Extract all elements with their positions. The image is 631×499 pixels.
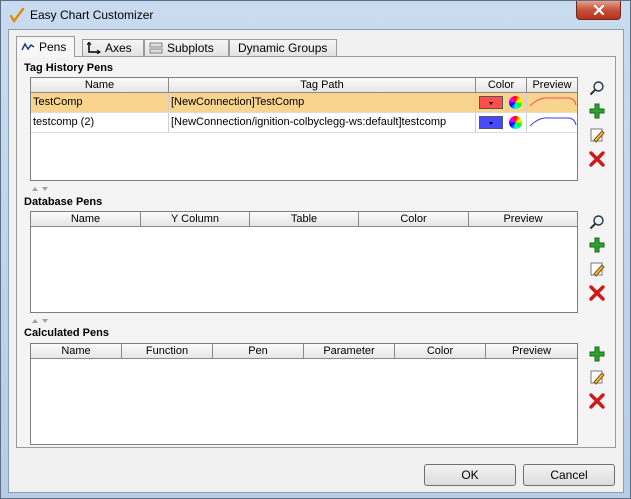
tag-path-cell[interactable]: [NewConnection]TestComp [169,93,476,112]
edit-button[interactable] [588,368,606,386]
column-header[interactable]: Color [476,78,527,92]
add-icon [589,103,605,119]
add-icon [589,237,605,253]
edit-button[interactable] [588,260,606,278]
ok-button[interactable]: OK [424,464,516,486]
dialog-client: Pens Axes Subplots Dynamic Groups Tag Hi… [8,29,624,493]
pens-tab-panel: Tag History Pens Name Tag Path Color Pre… [16,56,616,448]
column-header[interactable]: Preview [469,212,577,226]
pen-preview [529,97,577,107]
column-header[interactable]: Preview [527,78,577,92]
search-button[interactable] [588,213,606,231]
color-swatch[interactable] [479,116,503,129]
tab-axes[interactable]: Axes [82,39,144,56]
tag-history-table[interactable]: Name Tag Path Color Preview TestComp [Ne… [30,77,578,181]
calculated-pens-title: Calculated Pens [24,327,109,339]
splitter-arrows[interactable] [30,185,52,193]
tag-history-header: Name Tag Path Color Preview [31,78,577,93]
database-pens-table[interactable]: Name Y Column Table Color Preview [30,211,578,313]
column-header[interactable]: Tag Path [169,78,476,92]
column-header[interactable]: Y Column [141,212,250,226]
delete-button[interactable] [588,284,606,302]
column-header[interactable]: Parameter [304,344,395,358]
subplots-icon [149,42,163,54]
calculated-pens-header: Name Function Pen Parameter Color Previe… [31,344,577,359]
database-pens-header: Name Y Column Table Color Preview [31,212,577,227]
dialog-window: Easy Chart Customizer Pens Axes Subplots… [0,0,631,499]
delete-icon [589,285,605,301]
edit-icon [590,262,605,277]
database-pens-title: Database Pens [24,196,103,208]
close-icon [593,5,604,15]
color-cell[interactable] [476,113,527,132]
edit-button[interactable] [588,126,606,144]
column-header[interactable]: Name [31,78,169,92]
delete-button[interactable] [588,150,606,168]
pens-icon [21,42,35,51]
tab-pens-label: Pens [39,40,67,54]
axes-icon [87,42,101,54]
title-bar[interactable]: Easy Chart Customizer [1,1,630,29]
tab-axes-label: Axes [105,41,132,55]
cancel-button[interactable]: Cancel [523,464,615,486]
edit-icon [590,128,605,143]
delete-icon [589,151,605,167]
preview-cell [527,93,577,112]
color-swatch[interactable] [479,96,503,109]
tab-subplots[interactable]: Subplots [144,39,229,56]
calculated-pens-table[interactable]: Name Function Pen Parameter Color Previe… [30,343,578,445]
column-header[interactable]: Preview [486,344,577,358]
color-wheel-icon[interactable] [509,96,522,109]
column-header[interactable]: Name [31,344,122,358]
table-row[interactable]: testcomp (2) [NewConnection/ignition-col… [31,113,577,133]
tab-pens[interactable]: Pens [16,36,75,57]
search-button[interactable] [588,79,606,97]
delete-button[interactable] [588,392,606,410]
tag-path-cell[interactable]: [NewConnection/ignition-colbyclegg-ws:de… [169,113,476,132]
delete-icon [589,393,605,409]
add-button[interactable] [588,345,606,363]
tag-history-title: Tag History Pens [24,62,114,74]
column-header[interactable]: Color [395,344,486,358]
column-header[interactable]: Name [31,212,141,226]
add-icon [589,346,605,362]
column-header[interactable]: Color [359,212,469,226]
tab-dynamic-groups-label: Dynamic Groups [238,41,328,55]
add-button[interactable] [588,102,606,120]
color-cell[interactable] [476,93,527,112]
chart-customizer-icon [9,7,25,23]
pen-name-cell[interactable]: testcomp (2) [31,113,169,132]
search-icon [589,81,604,96]
table-row[interactable]: TestComp [NewConnection]TestComp [31,93,577,113]
window-title: Easy Chart Customizer [30,8,154,22]
pen-name-cell[interactable]: TestComp [31,93,169,112]
add-button[interactable] [588,236,606,254]
column-header[interactable]: Function [122,344,213,358]
tab-subplots-label: Subplots [167,41,214,55]
close-button[interactable] [576,1,621,20]
tab-dynamic-groups[interactable]: Dynamic Groups [229,39,337,56]
splitter-arrows[interactable] [30,317,52,325]
preview-cell [527,113,577,132]
column-header[interactable]: Pen [213,344,304,358]
pen-preview [529,117,577,127]
color-wheel-icon[interactable] [509,116,522,129]
search-icon [589,215,604,230]
edit-icon [590,370,605,385]
column-header[interactable]: Table [250,212,359,226]
